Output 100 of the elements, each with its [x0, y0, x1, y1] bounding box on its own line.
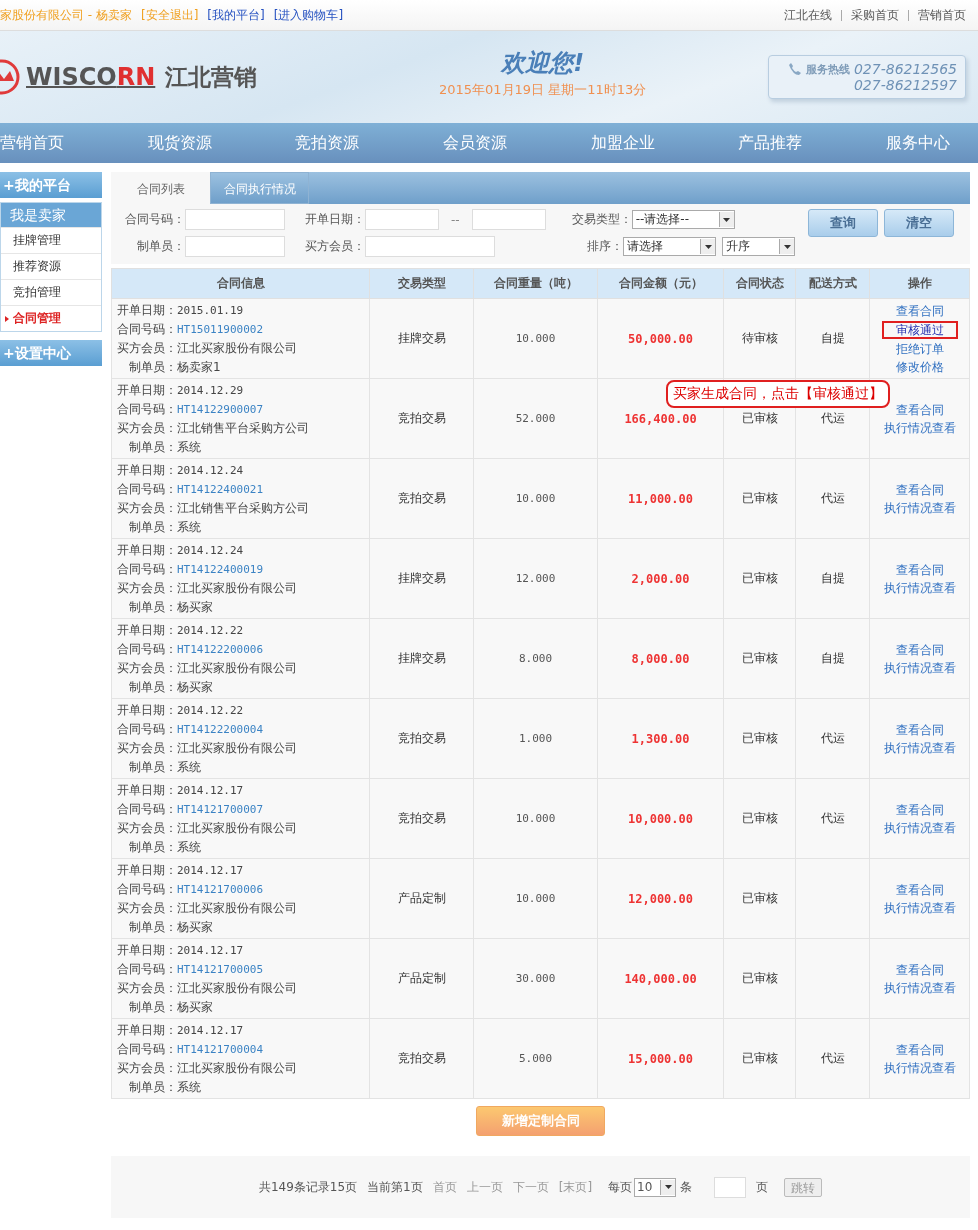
- phone-icon: [787, 62, 802, 76]
- action-link[interactable]: 查看合同: [894, 641, 945, 658]
- page-link[interactable]: 首页: [432, 1178, 457, 1196]
- table-cell: 已审核: [723, 938, 796, 1019]
- page-link[interactable]: 上一页: [466, 1178, 503, 1196]
- action-link[interactable]: 查看合同: [894, 561, 945, 578]
- select-field[interactable]: --请选择--: [631, 210, 735, 229]
- field-label: 制单员：: [136, 238, 185, 255]
- top-link[interactable]: 江北在线: [784, 6, 832, 24]
- field-label: 买方会员：: [304, 238, 365, 255]
- info-value: 杨买家: [177, 919, 213, 936]
- contract-link[interactable]: HT14122200004: [177, 723, 264, 736]
- table-cell: 待审核: [723, 298, 796, 379]
- info-value: 江北买家股份有限公司: [177, 740, 297, 757]
- action-link[interactable]: 查看合同: [894, 401, 945, 418]
- per-page-select[interactable]: 10: [634, 1177, 677, 1197]
- table-cell: 12.000: [473, 538, 598, 619]
- contract-link[interactable]: HT14121700006: [177, 883, 264, 896]
- sidebar-group[interactable]: 我是卖家: [1, 203, 101, 227]
- current-page: 当前第1页: [367, 1178, 423, 1196]
- action-link[interactable]: 修改价格: [894, 358, 945, 375]
- table-cell: 挂牌交易: [369, 618, 474, 699]
- page-link[interactable]: [末页]: [558, 1178, 593, 1196]
- action-link[interactable]: 查看合同: [894, 801, 945, 818]
- nav-item[interactable]: 竞拍资源: [295, 132, 360, 154]
- action-link[interactable]: 执行情况查看: [882, 499, 957, 516]
- date-field[interactable]: [365, 209, 439, 230]
- action-link[interactable]: 执行情况查看: [882, 419, 957, 436]
- top-link[interactable]: [我的平台]: [207, 6, 265, 24]
- contract-link[interactable]: HT14121700005: [177, 963, 264, 976]
- action-link[interactable]: 执行情况查看: [882, 579, 957, 596]
- select-field[interactable]: 请选择: [623, 237, 716, 256]
- unit-label: 条: [680, 1178, 693, 1196]
- table-cell: 30.000: [473, 938, 598, 1019]
- logo-text: WISCORN: [26, 63, 156, 91]
- contract-link[interactable]: HT14122900007: [177, 403, 264, 416]
- tab[interactable]: 合同列表: [111, 172, 210, 204]
- top-link[interactable]: 采购首页: [851, 6, 899, 24]
- contract-link[interactable]: HT14121700007: [177, 803, 264, 816]
- contract-link[interactable]: HT14122400021: [177, 483, 264, 496]
- jump-button[interactable]: 跳转: [784, 1177, 823, 1197]
- info-value: 江北买家股份有限公司: [177, 580, 297, 597]
- input-field[interactable]: [365, 236, 495, 257]
- date-separator: --: [451, 212, 460, 227]
- info-label: 合同号码：: [117, 961, 177, 978]
- contract-link[interactable]: HT15011900002: [177, 323, 264, 336]
- table-cell: 10,000.00: [597, 778, 724, 859]
- action-link[interactable]: 查看合同: [894, 881, 945, 898]
- table-cell: 2,000.00: [597, 538, 724, 619]
- action-link[interactable]: 执行情况查看: [882, 819, 957, 836]
- column-header: 交易类型: [369, 268, 474, 299]
- action-link[interactable]: 执行情况查看: [882, 739, 957, 756]
- action-link[interactable]: 查看合同: [894, 1041, 945, 1058]
- action-link[interactable]: 拒绝订单: [894, 340, 945, 357]
- top-link[interactable]: [进入购物车]: [273, 6, 344, 24]
- action-link[interactable]: 查看合同: [894, 481, 945, 498]
- info-value: 江北销售平台采购方公司: [177, 420, 309, 437]
- contract-link[interactable]: HT14121700004: [177, 1043, 264, 1056]
- info-value: 江北买家股份有限公司: [177, 980, 297, 997]
- nav-item[interactable]: 会员资源: [442, 132, 507, 154]
- table-cell: 代运: [795, 458, 870, 539]
- nav-item[interactable]: 现货资源: [147, 132, 212, 154]
- top-link[interactable]: 营销首页: [918, 6, 966, 24]
- action-link[interactable]: 执行情况查看: [882, 1059, 957, 1076]
- contract-link[interactable]: HT14122400019: [177, 563, 264, 576]
- info-value: 2014.12.29: [177, 384, 244, 397]
- info-value: 杨买家: [177, 999, 213, 1016]
- input-field[interactable]: [185, 209, 285, 230]
- action-link[interactable]: 执行情况查看: [882, 979, 957, 996]
- input-field[interactable]: [185, 236, 285, 257]
- action-link[interactable]: 查看合同: [894, 721, 945, 738]
- action-link[interactable]: 查看合同: [894, 302, 945, 319]
- nav-item[interactable]: 营销首页: [0, 132, 64, 154]
- action-link[interactable]: 审核通过: [881, 320, 958, 339]
- table-cell: 代运: [795, 778, 870, 859]
- info-value: 江北买家股份有限公司: [177, 660, 297, 677]
- info-value: 2014.12.24: [177, 464, 244, 477]
- table-cell: 1,300.00: [597, 698, 724, 779]
- action-link[interactable]: 执行情况查看: [882, 659, 957, 676]
- action-link[interactable]: 执行情况查看: [882, 899, 957, 916]
- record-summary: 共149条记录15页: [258, 1178, 358, 1196]
- table-cell: 已审核: [723, 538, 796, 619]
- select-field[interactable]: 升序: [722, 237, 795, 256]
- nav-item[interactable]: 加盟企业: [590, 132, 655, 154]
- filter-button[interactable]: 清空: [884, 209, 954, 237]
- page-input[interactable]: [714, 1176, 747, 1198]
- info-label: 买方会员：: [117, 500, 177, 517]
- table-cell: 10.000: [473, 858, 598, 939]
- action-link[interactable]: 查看合同: [894, 961, 945, 978]
- logo-title: 江北营销: [165, 62, 258, 92]
- info-label: 开单日期：: [117, 1022, 177, 1039]
- contract-link[interactable]: HT14122200006: [177, 643, 264, 656]
- filter-button[interactable]: 查询: [808, 209, 878, 237]
- table-cell: 代运: [795, 1018, 870, 1099]
- info-label: 制单员：: [128, 439, 177, 456]
- table-cell: 竞拍交易: [369, 458, 474, 539]
- date-field[interactable]: [471, 209, 546, 230]
- page-link[interactable]: 下一页: [512, 1178, 549, 1196]
- nav-item[interactable]: 产品推荐: [738, 132, 803, 154]
- nav-item[interactable]: 服务中心: [885, 132, 950, 154]
